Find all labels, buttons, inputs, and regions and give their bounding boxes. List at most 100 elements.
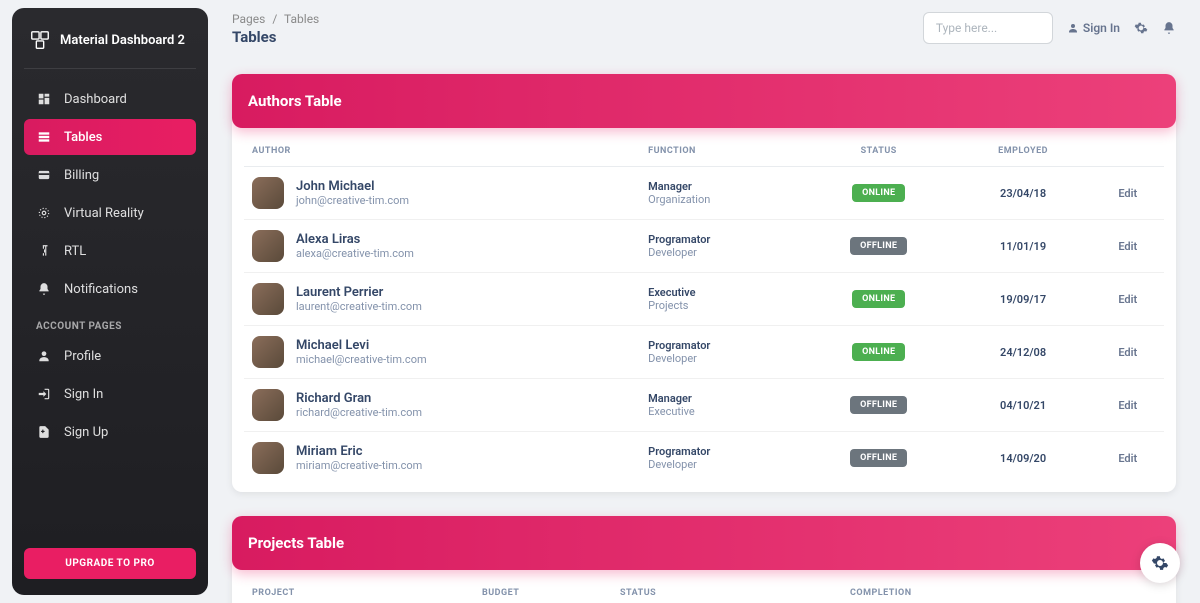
- author-email: richard@creative-tim.com: [296, 406, 422, 419]
- settings-fab[interactable]: [1140, 543, 1180, 583]
- col-employed: EMPLOYED: [955, 136, 1092, 167]
- col-function: FUNCTION: [640, 136, 803, 167]
- sidebar-item-label: Dashboard: [64, 92, 127, 107]
- edit-link[interactable]: Edit: [1118, 240, 1137, 253]
- projects-card-header: Projects Table: [232, 516, 1176, 570]
- employed-date: 24/12/08: [1000, 346, 1046, 359]
- employed-date: 04/10/21: [1000, 399, 1046, 412]
- sidebar: Material Dashboard 2 Dashboard Tables Bi…: [12, 8, 208, 595]
- author-name: Michael Levi: [296, 338, 427, 353]
- sidebar-item-rtl[interactable]: RTL: [24, 233, 196, 269]
- sidebar-item-notifications[interactable]: Notifications: [24, 271, 196, 307]
- vr-icon: [36, 205, 52, 221]
- author-email: john@creative-tim.com: [296, 194, 409, 207]
- topbar: Pages / Tables Tables Sign In: [232, 12, 1176, 46]
- breadcrumb-current: Tables: [284, 12, 319, 26]
- gear-icon[interactable]: [1134, 21, 1148, 35]
- avatar: [252, 442, 284, 474]
- table-row: Richard Gran richard@creative-tim.com Ma…: [244, 379, 1164, 432]
- function-role: Executive: [648, 286, 795, 299]
- breadcrumb-root[interactable]: Pages: [232, 12, 265, 26]
- rtl-icon: [36, 243, 52, 259]
- authors-table: AUTHOR FUNCTION STATUS EMPLOYED John Mic…: [244, 136, 1164, 484]
- edit-link[interactable]: Edit: [1118, 293, 1137, 306]
- col-budget: BUDGET: [474, 578, 612, 603]
- sidebar-item-label: Sign In: [64, 387, 103, 402]
- function-sub: Organization: [648, 193, 795, 206]
- edit-link[interactable]: Edit: [1118, 399, 1137, 412]
- sidebar-item-dashboard[interactable]: Dashboard: [24, 81, 196, 117]
- function-role: Programator: [648, 445, 795, 458]
- status-badge: ONLINE: [852, 290, 905, 308]
- sidebar-item-signin[interactable]: Sign In: [24, 376, 196, 412]
- projects-table: PROJECT BUDGET STATUS COMPLETION Asana $…: [244, 578, 1164, 603]
- function-role: Manager: [648, 392, 795, 405]
- sidebar-item-tables[interactable]: Tables: [24, 119, 196, 155]
- author-email: alexa@creative-tim.com: [296, 247, 414, 260]
- edit-link[interactable]: Edit: [1118, 187, 1137, 200]
- tables-icon: [36, 129, 52, 145]
- billing-icon: [36, 167, 52, 183]
- projects-card-title: Projects Table: [248, 534, 1160, 552]
- search-input[interactable]: [923, 12, 1053, 44]
- status-badge: OFFLINE: [850, 449, 907, 467]
- avatar: [252, 283, 284, 315]
- brand: Material Dashboard 2: [24, 24, 196, 69]
- sidebar-item-label: RTL: [64, 244, 86, 259]
- bell-icon[interactable]: [1162, 21, 1176, 35]
- employed-date: 23/04/18: [1000, 187, 1046, 200]
- avatar: [252, 389, 284, 421]
- authors-card-title: Authors Table: [248, 92, 1160, 110]
- brand-text: Material Dashboard 2: [60, 33, 185, 48]
- sidebar-item-label: Tables: [64, 130, 102, 145]
- function-role: Programator: [648, 339, 795, 352]
- authors-card: Authors Table AUTHOR FUNCTION STATUS EMP…: [232, 94, 1176, 492]
- dashboard-icon: [36, 91, 52, 107]
- table-row: Michael Levi michael@creative-tim.com Pr…: [244, 326, 1164, 379]
- signup-icon: [36, 424, 52, 440]
- status-badge: OFFLINE: [850, 396, 907, 414]
- status-badge: OFFLINE: [850, 237, 907, 255]
- function-sub: Developer: [648, 246, 795, 259]
- avatar: [252, 177, 284, 209]
- col-status: STATUS: [612, 578, 842, 603]
- function-sub: Developer: [648, 352, 795, 365]
- col-completion: COMPLETION: [842, 578, 1124, 603]
- status-badge: ONLINE: [852, 343, 905, 361]
- edit-link[interactable]: Edit: [1118, 346, 1137, 359]
- col-status: STATUS: [803, 136, 955, 167]
- status-badge: ONLINE: [852, 184, 905, 202]
- avatar: [252, 336, 284, 368]
- page-title: Tables: [232, 28, 319, 46]
- author-name: Laurent Perrier: [296, 285, 422, 300]
- breadcrumb-wrap: Pages / Tables Tables: [232, 12, 319, 46]
- upgrade-button[interactable]: UPGRADE TO PRO: [24, 548, 196, 579]
- sidebar-item-label: Profile: [64, 349, 101, 364]
- col-project: PROJECT: [244, 578, 474, 603]
- breadcrumb: Pages / Tables: [232, 12, 319, 26]
- sidebar-item-label: Virtual Reality: [64, 206, 144, 221]
- gear-icon: [1151, 554, 1169, 572]
- function-sub: Executive: [648, 405, 795, 418]
- table-row: Laurent Perrier laurent@creative-tim.com…: [244, 273, 1164, 326]
- nav-heading-account: ACCOUNT PAGES: [24, 309, 196, 338]
- sidebar-item-signup[interactable]: Sign Up: [24, 414, 196, 450]
- author-email: laurent@creative-tim.com: [296, 300, 422, 313]
- function-sub: Projects: [648, 299, 795, 312]
- edit-link[interactable]: Edit: [1118, 452, 1137, 465]
- signin-label: Sign In: [1083, 21, 1120, 35]
- sidebar-item-label: Notifications: [64, 282, 138, 297]
- sidebar-item-vr[interactable]: Virtual Reality: [24, 195, 196, 231]
- employed-date: 11/01/19: [1000, 240, 1046, 253]
- brand-icon: [28, 28, 52, 52]
- sidebar-item-label: Billing: [64, 168, 99, 183]
- employed-date: 19/09/17: [1000, 293, 1046, 306]
- sidebar-item-profile[interactable]: Profile: [24, 338, 196, 374]
- author-name: Richard Gran: [296, 391, 422, 406]
- authors-card-header: Authors Table: [232, 74, 1176, 128]
- signin-link[interactable]: Sign In: [1067, 21, 1120, 35]
- author-name: Alexa Liras: [296, 232, 414, 247]
- sidebar-item-label: Sign Up: [64, 425, 108, 440]
- sidebar-item-billing[interactable]: Billing: [24, 157, 196, 193]
- top-actions: Sign In: [923, 12, 1176, 44]
